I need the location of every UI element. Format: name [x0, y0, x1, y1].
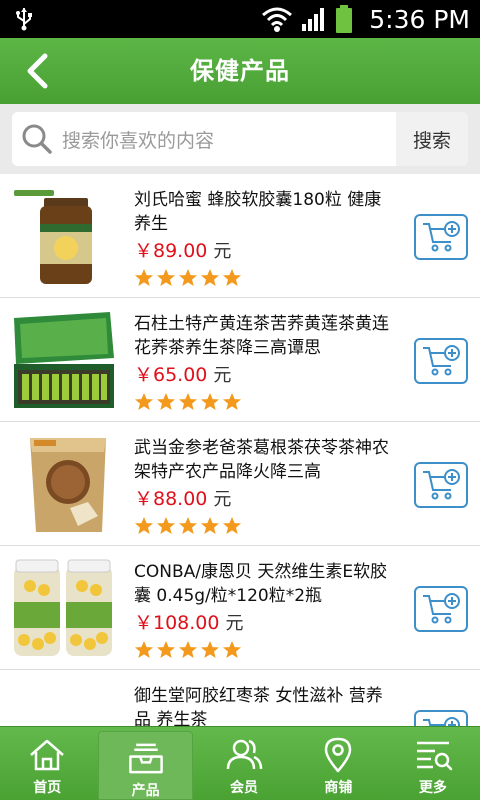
app-bar: 保健产品 — [0, 38, 480, 104]
tab-label: 首页 — [33, 780, 62, 796]
star-icon — [135, 641, 153, 658]
tab-label: 产品 — [131, 783, 160, 799]
list-item[interactable]: ꟷ 刘氏哈蜜 蜂胶软胶囊180粒 健康养生 ￥89.00元 — [0, 174, 480, 298]
tab-home[interactable]: 首页 — [0, 727, 94, 800]
product-list: ꟷ 刘氏哈蜜 蜂胶软胶囊180粒 健康养生 ￥89.00元 — [0, 174, 480, 726]
product-image — [30, 438, 106, 532]
product-image — [14, 312, 114, 408]
product-price: ￥108.00 元 — [134, 608, 243, 635]
cart-plus-icon — [423, 593, 460, 624]
tab-label: 更多 — [418, 780, 447, 796]
star-icon — [223, 517, 241, 534]
product-price: ￥65.00 元 — [134, 360, 231, 387]
product-image — [14, 559, 112, 656]
add-to-cart-button[interactable] — [414, 214, 468, 260]
battery-icon — [336, 5, 353, 33]
star-icon — [179, 393, 197, 410]
members-icon — [226, 739, 263, 770]
product-image: ꟷ — [14, 190, 92, 284]
rating-stars — [134, 516, 242, 536]
star-icon — [135, 517, 153, 534]
add-to-cart-button[interactable] — [414, 462, 468, 508]
star-icon — [201, 641, 219, 658]
bottom-tab-bar: 首页 产品 会员 商铺 更多 — [0, 726, 480, 800]
star-icon — [223, 393, 241, 410]
price-value: ￥108.00 — [134, 612, 220, 634]
page-title: 保健产品 — [190, 57, 290, 85]
price-unit: 元 — [225, 613, 244, 634]
star-icon — [157, 269, 175, 286]
signal-icon — [302, 8, 325, 31]
rating-stars — [134, 392, 242, 412]
add-to-cart-button[interactable] — [414, 586, 468, 632]
cart-plus-icon — [423, 469, 460, 500]
tab-more[interactable]: 更多 — [386, 727, 480, 800]
search-input[interactable]: 搜索你喜欢的内容 — [12, 112, 396, 166]
star-icon — [135, 393, 153, 410]
list-item[interactable]: 御生堂阿胶红枣茶 女性滋补 营养品 养生茶 — [0, 670, 480, 726]
usb-icon — [16, 8, 32, 31]
list-item[interactable]: 石柱土特产黄连茶苦荞黄莲茶黄连花荞茶养生茶降三高谭思 ￥65.00 元 — [0, 298, 480, 422]
star-icon — [201, 269, 219, 286]
star-icon — [179, 641, 197, 658]
product-name: CONBA/康恩贝 天然维生素E软胶囊 0.45g/粒*120粒*2瓶 — [134, 562, 388, 606]
search-bar: 搜索你喜欢的内容 搜索 — [0, 104, 480, 174]
rating-stars — [134, 268, 242, 288]
price-value: ￥88.00 — [134, 488, 208, 510]
search-placeholder: 搜索你喜欢的内容 — [62, 129, 215, 152]
star-icon — [157, 517, 175, 534]
inbox-tray-icon — [128, 743, 163, 774]
price-value: ￥65.00 — [134, 364, 208, 386]
clock: 5:36 PM — [369, 4, 470, 34]
price-value: ￥89.00 — [134, 240, 208, 262]
star-icon — [223, 269, 241, 286]
cart-plus-icon — [423, 221, 460, 252]
star-icon — [223, 641, 241, 658]
search-button[interactable]: 搜索 — [396, 112, 468, 166]
tab-label: 商铺 — [324, 780, 353, 796]
product-name: 武当金参老爸茶葛根茶茯苓茶神农架特产农产品降火降三高 — [134, 438, 389, 482]
star-icon — [179, 517, 197, 534]
add-to-cart-button[interactable] — [414, 338, 468, 384]
price-unit: 元 — [213, 241, 232, 262]
star-icon — [135, 269, 153, 286]
price-unit: 元 — [213, 365, 232, 386]
list-item[interactable]: 武当金参老爸茶葛根茶茯苓茶神农架特产农产品降火降三高 ￥88.00 元 — [0, 422, 480, 546]
tab-products[interactable]: 产品 — [98, 731, 193, 800]
search-icon — [12, 112, 62, 166]
cart-plus-icon — [423, 345, 460, 376]
cart-plus-icon — [423, 717, 460, 726]
list-item[interactable]: CONBA/康恩贝 天然维生素E软胶囊 0.45g/粒*120粒*2瓶 ￥108… — [0, 546, 480, 670]
tab-label: 会员 — [230, 780, 259, 796]
product-price: ￥89.00 元 — [134, 236, 231, 263]
product-name: 石柱土特产黄连茶苦荞黄莲茶黄连花荞茶养生茶降三高谭思 — [134, 314, 389, 358]
tab-members[interactable]: 会员 — [197, 727, 291, 800]
star-icon — [157, 393, 175, 410]
product-price: ￥88.00 元 — [134, 484, 231, 511]
tab-shops[interactable]: 商铺 — [291, 727, 385, 800]
product-name: 御生堂阿胶红枣茶 女性滋补 营养品 养生茶 — [134, 686, 383, 726]
wifi-icon — [262, 7, 293, 32]
star-icon — [201, 393, 219, 410]
product-name: 刘氏哈蜜 蜂胶软胶囊180粒 健康养生 — [134, 190, 382, 234]
add-to-cart-button[interactable] — [414, 710, 468, 726]
more-search-icon — [416, 741, 453, 771]
price-unit: 元 — [213, 489, 232, 510]
home-icon — [30, 739, 65, 771]
map-pin-icon — [325, 737, 352, 773]
status-bar: 5:36 PM — [0, 0, 480, 38]
rating-stars — [134, 640, 242, 660]
star-icon — [157, 641, 175, 658]
star-icon — [201, 517, 219, 534]
star-icon — [179, 269, 197, 286]
